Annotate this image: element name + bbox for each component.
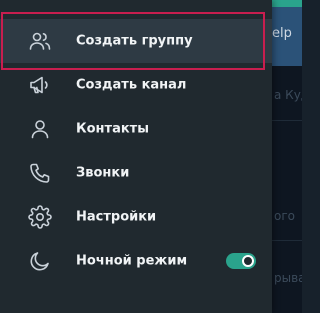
person-icon xyxy=(28,117,52,141)
menu-item-label: Ночной режим xyxy=(76,253,188,269)
menu-item-label: Звонки xyxy=(76,165,130,181)
side-drawer: Создать группу Создать канал Контакты Зв… xyxy=(0,0,272,313)
moon-icon xyxy=(28,249,52,273)
chat-text-fragment: ого xyxy=(274,209,295,223)
help-menu-fragment: elp xyxy=(272,26,292,41)
menu-item-label: Создать канал xyxy=(76,77,187,93)
toggle-knob xyxy=(242,255,254,267)
menu-item-create-group[interactable]: Создать группу xyxy=(0,19,272,63)
chat-text-fragment: а Куд xyxy=(274,88,302,102)
menu-item-contacts[interactable]: Контакты xyxy=(0,107,272,151)
menu-item-label: Настройки xyxy=(76,209,157,225)
menu-item-label: Создать группу xyxy=(76,33,193,49)
menu-item-label: Контакты xyxy=(76,121,149,137)
screen: elp а Куд ого рыва Создать группу xyxy=(0,0,302,313)
menu-item-calls[interactable]: Звонки xyxy=(0,151,272,195)
divider xyxy=(272,120,302,121)
divider xyxy=(272,240,302,241)
menu-item-night-mode[interactable]: Ночной режим xyxy=(0,239,272,283)
group-icon xyxy=(28,29,52,53)
menu-item-settings[interactable]: Настройки xyxy=(0,195,272,239)
menu-item-create-channel[interactable]: Создать канал xyxy=(0,63,272,107)
megaphone-icon xyxy=(28,73,52,97)
night-mode-toggle[interactable] xyxy=(226,253,256,269)
phone-icon xyxy=(28,161,52,185)
chat-text-fragment: рыва xyxy=(274,271,302,285)
gear-icon xyxy=(28,205,52,229)
